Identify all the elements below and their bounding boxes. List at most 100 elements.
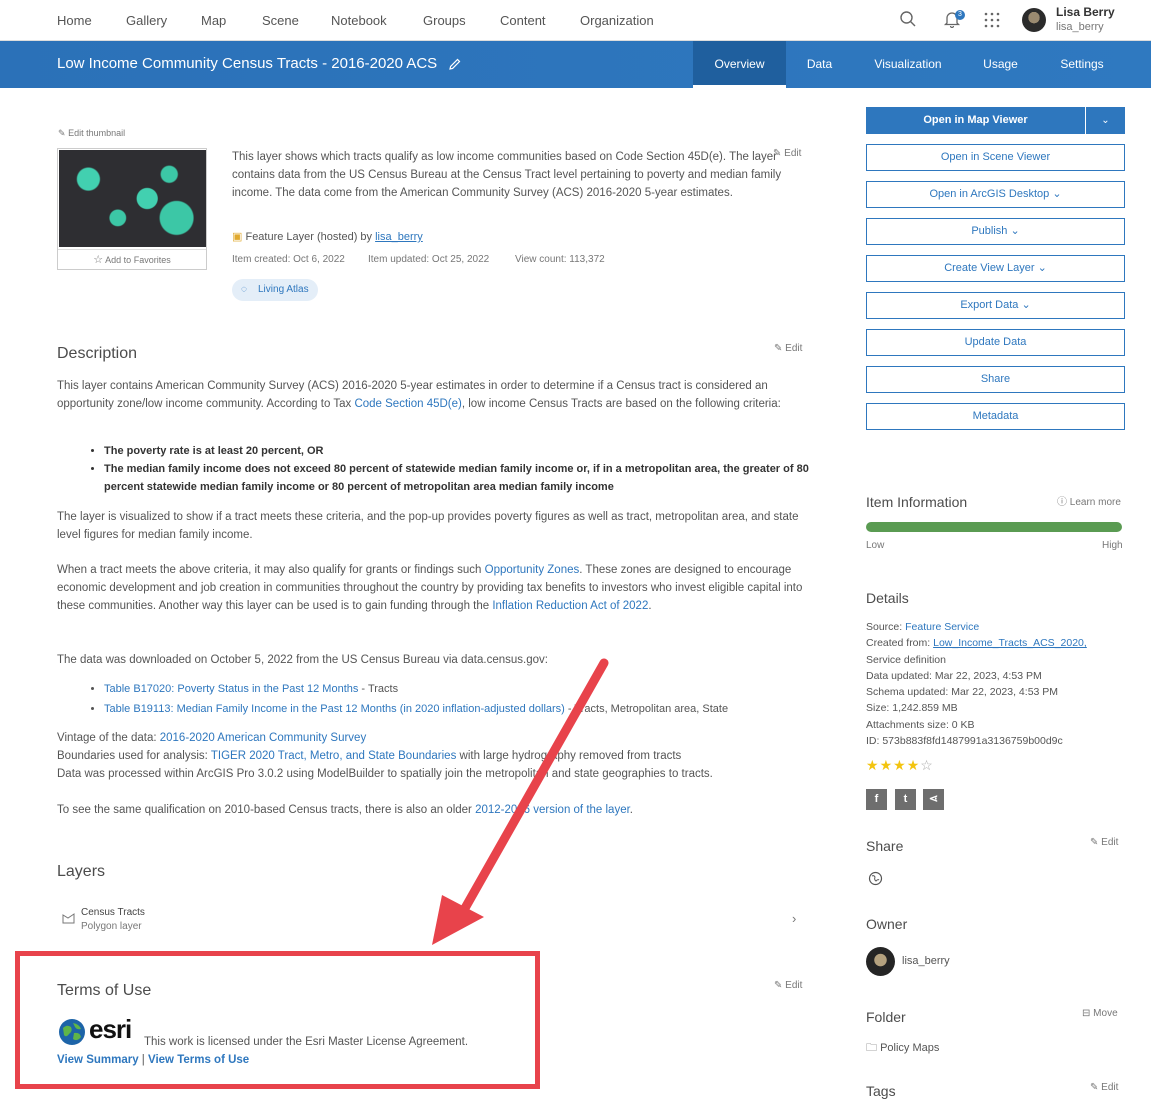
source-item-link[interactable]: Low_Income_Tracts_ACS_2020, xyxy=(933,637,1087,649)
pencil-icon: ✎ xyxy=(1090,1082,1099,1093)
facebook-share-icon[interactable]: f xyxy=(866,789,887,810)
folder-row: 🗀 Policy Maps xyxy=(866,1039,939,1058)
layer-row-census-tracts[interactable]: Census Tracts Polygon layer › xyxy=(57,903,812,938)
schema-updated: Schema updated: Mar 22, 2023, 4:53 PM xyxy=(866,686,1059,699)
chevron-right-icon: › xyxy=(792,911,797,926)
edit-label: Edit xyxy=(1101,837,1119,848)
view-summary-link[interactable]: View Summary xyxy=(57,1054,139,1066)
edit-tags-link[interactable]: ✎ Edit xyxy=(1090,1082,1118,1093)
nav-map[interactable]: Map xyxy=(201,13,226,28)
search-icon[interactable] xyxy=(899,10,917,31)
chevron-down-icon: ⌄ xyxy=(1010,225,1020,237)
tab-visualization[interactable]: Visualization xyxy=(853,41,963,88)
terms-license-text: This work is licensed under the Esri Mas… xyxy=(144,1036,469,1048)
edit-label: Edit xyxy=(785,980,803,991)
acs-link[interactable]: 2016-2020 American Community Survey xyxy=(160,732,366,744)
nav-scene[interactable]: Scene xyxy=(262,13,299,28)
publish-button[interactable]: Publish ⌄ xyxy=(866,218,1125,245)
view-terms-of-use-link[interactable]: View Terms of Use xyxy=(148,1054,249,1066)
pencil-icon: ✎ xyxy=(58,128,66,138)
item-information-heading: Item Information xyxy=(866,494,968,510)
pencil-icon: ✎ xyxy=(1090,837,1099,848)
text: Vintage of the data: xyxy=(57,732,160,744)
edit-thumbnail-link[interactable]: ✎ Edit thumbnail xyxy=(58,128,125,139)
export-data-button[interactable]: Export Data ⌄ xyxy=(866,292,1125,319)
list-item: The poverty rate is at least 20 percent,… xyxy=(104,442,810,460)
edit-description-link[interactable]: ✎ Edit xyxy=(774,343,802,354)
nav-notebook[interactable]: Notebook xyxy=(331,13,387,28)
source-row: Source: Feature Service xyxy=(866,619,1136,635)
star-filled-icon[interactable]: ★ xyxy=(907,757,921,773)
owner-avatar[interactable] xyxy=(866,947,895,976)
chevron-down-icon: ⌄ xyxy=(1021,299,1031,311)
star-filled-icon[interactable]: ★ xyxy=(880,757,894,773)
tab-usage[interactable]: Usage xyxy=(963,41,1038,88)
user-avatar[interactable] xyxy=(1022,8,1046,32)
tab-overview[interactable]: Overview xyxy=(693,41,786,88)
esri-logo: esri xyxy=(58,1014,142,1046)
service-definition: Service definition xyxy=(866,653,946,666)
details-heading: Details xyxy=(866,590,909,606)
user-name[interactable]: Lisa Berry xyxy=(1056,5,1115,19)
tab-data[interactable]: Data xyxy=(786,41,853,88)
share-button[interactable]: Share xyxy=(866,366,1125,393)
map-viewer-dropdown-button[interactable]: ⌄ xyxy=(1086,107,1125,134)
list-item: Table B17020: Poverty Status in the Past… xyxy=(104,679,810,699)
table-b19113-link[interactable]: Table B19113: Median Family Income in th… xyxy=(104,703,565,715)
text: , low income Census Tracts are based on … xyxy=(461,398,781,410)
edit-terms-link[interactable]: ✎ Edit xyxy=(774,980,802,991)
top-navigation: Home Gallery Map Scene Notebook Groups C… xyxy=(0,0,1151,41)
nav-gallery[interactable]: Gallery xyxy=(126,13,167,28)
star-outline-icon[interactable]: ☆ xyxy=(920,757,934,773)
share-link-icon[interactable]: ⋖ xyxy=(923,789,944,810)
created-from-row: Created from: Low_Income_Tracts_ACS_2020… xyxy=(866,635,1136,651)
text: - Tracts xyxy=(358,683,399,695)
nav-home[interactable]: Home xyxy=(57,13,92,28)
button-label: Export Data xyxy=(960,299,1019,311)
tiger-boundaries-link[interactable]: TIGER 2020 Tract, Metro, and State Bound… xyxy=(211,750,456,762)
nav-content[interactable]: Content xyxy=(500,13,546,28)
code-section-link[interactable]: Code Section 45D(e) xyxy=(354,398,461,410)
feature-service-link[interactable]: Feature Service xyxy=(905,621,979,633)
item-title: Low Income Community Census Tracts - 201… xyxy=(57,55,438,72)
open-in-arcgis-desktop-button[interactable]: Open in ArcGIS Desktop ⌄ xyxy=(866,181,1125,208)
rating-stars[interactable]: ★★★★☆ xyxy=(866,757,934,774)
star-filled-icon[interactable]: ★ xyxy=(866,757,880,773)
owner-name-link[interactable]: lisa_berry xyxy=(902,955,950,967)
older-version-link[interactable]: 2012-2016 version of the layer xyxy=(475,804,630,816)
create-view-layer-button[interactable]: Create View Layer ⌄ xyxy=(866,255,1125,282)
layer-type-text: Feature Layer (hosted) by xyxy=(245,231,376,243)
nav-organization[interactable]: Organization xyxy=(580,13,654,28)
open-in-map-viewer-button[interactable]: Open in Map Viewer xyxy=(866,107,1085,134)
edit-label: Edit xyxy=(1101,1082,1119,1093)
user-handle: lisa_berry xyxy=(1056,21,1104,33)
living-atlas-badge[interactable]: ◌ Living Atlas xyxy=(232,279,318,301)
button-label: Publish xyxy=(971,225,1008,237)
star-filled-icon[interactable]: ★ xyxy=(893,757,907,773)
description-heading: Description xyxy=(57,345,138,362)
add-to-favorites-button[interactable]: ☆ Add to Favorites xyxy=(58,249,206,269)
layers-heading: Layers xyxy=(57,863,106,880)
metadata-button[interactable]: Metadata xyxy=(866,403,1125,430)
app-launcher-grid-icon[interactable] xyxy=(984,12,1000,31)
learn-more-link[interactable]: ⓘ Learn more xyxy=(1057,493,1121,508)
table-b17020-link[interactable]: Table B17020: Poverty Status in the Past… xyxy=(104,683,358,695)
text: . xyxy=(629,804,633,816)
description-paragraph-1: This layer contains American Community S… xyxy=(57,377,812,413)
text: Boundaries used for analysis: xyxy=(57,750,211,762)
move-folder-link[interactable]: ⊟ Move xyxy=(1082,1008,1118,1019)
opportunity-zones-link[interactable]: Opportunity Zones xyxy=(485,564,580,576)
inflation-reduction-act-link[interactable]: Inflation Reduction Act of 2022 xyxy=(492,600,648,612)
tab-settings[interactable]: Settings xyxy=(1038,41,1126,88)
edit-title-pencil-icon[interactable] xyxy=(448,57,462,74)
twitter-share-icon[interactable]: t xyxy=(895,789,916,810)
edit-summary-link[interactable]: ✎ Edit xyxy=(773,148,801,159)
open-in-scene-viewer-button[interactable]: Open in Scene Viewer xyxy=(866,144,1125,171)
owner-link[interactable]: lisa_berry xyxy=(375,231,423,243)
tables-list: Table B17020: Poverty Status in the Past… xyxy=(90,679,810,719)
pencil-icon: ✎ xyxy=(774,980,783,991)
edit-share-link[interactable]: ✎ Edit xyxy=(1090,837,1118,848)
update-data-button[interactable]: Update Data xyxy=(866,329,1125,356)
nav-groups[interactable]: Groups xyxy=(423,13,466,28)
tags-heading: Tags xyxy=(866,1083,896,1099)
